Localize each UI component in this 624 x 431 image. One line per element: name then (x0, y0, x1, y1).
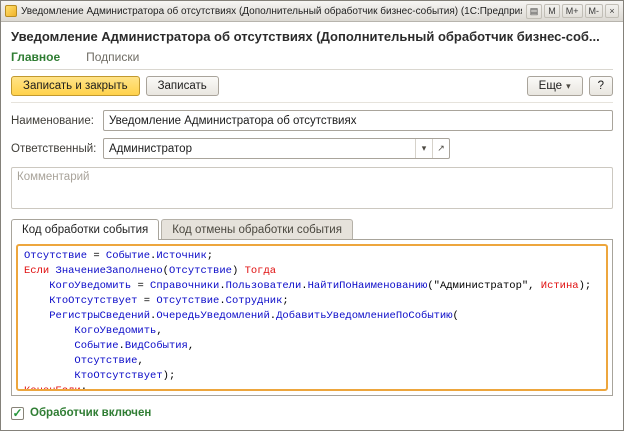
handler-enabled-checkbox[interactable]: ✓ (11, 406, 24, 420)
code-token: КогоУведомить (49, 280, 132, 292)
window-controls: ▤ М М+ М- × (525, 3, 619, 19)
code-token: Справочники (150, 280, 220, 292)
nav-subscriptions-link[interactable]: Подписки (86, 50, 139, 64)
code-token: ВидСобытия (124, 340, 188, 352)
code-token: Событие (105, 250, 151, 262)
code-token: Отсутствие (156, 295, 220, 307)
code-token: Истина (540, 280, 579, 292)
handler-enabled-label[interactable]: Обработчик включен (30, 407, 151, 419)
code-token: , (156, 325, 163, 337)
section-nav: Главное Подписки (11, 50, 613, 70)
name-field-row: Наименование: (11, 110, 613, 131)
open-value-icon[interactable]: ↗ (432, 139, 449, 158)
more-button[interactable]: Еще ▾ (526, 76, 583, 96)
code-token: КонецЕсли (24, 385, 81, 391)
more-label: Еще (538, 80, 563, 92)
code-token: КогоУведомить (74, 325, 157, 337)
code-token: "Администратор" (433, 280, 529, 292)
name-label: Наименование: (11, 114, 94, 127)
code-token: ЗначениеЗаполнено (55, 265, 163, 277)
save-and-close-button[interactable]: Записать и закрыть (11, 76, 140, 96)
code-token: = (131, 280, 151, 292)
code-token: Отсутствие (74, 355, 138, 367)
app-window: Уведомление Администратора об отсутствия… (0, 0, 624, 431)
code-line: Отсутствие, (24, 354, 600, 369)
memory-plus-button[interactable]: М+ (561, 4, 583, 18)
code-editor[interactable]: Отсутствие = Событие.Источник; Если Значе… (16, 244, 608, 391)
chevron-down-icon: ▾ (566, 81, 571, 91)
code-token: , (187, 340, 195, 352)
code-line: КтоОтсутствует); (24, 369, 600, 384)
code-token: Тогда (244, 265, 277, 277)
tab-event-handler-code[interactable]: Код обработки события (11, 219, 160, 240)
code-line: Отсутствие = Событие.Источник; (24, 249, 600, 264)
code-token: ДобавитьУведомлениеПоСобытию (276, 310, 453, 322)
code-token: ; (80, 385, 88, 391)
code-token: ( (452, 310, 459, 322)
app-1c-icon (5, 5, 17, 17)
code-line: Событие.ВидСобытия, (24, 339, 600, 354)
code-tabs: Код обработки события Код отмены обработ… (11, 219, 613, 240)
code-line: КтоОтсутствует = Отсутствие.Сотрудник; (24, 294, 600, 309)
code-token: , (528, 280, 541, 292)
code-line: КонецЕсли; (24, 384, 600, 391)
responsible-label: Ответственный: (11, 142, 97, 155)
form-content: Уведомление Администратора об отсутствия… (1, 22, 623, 430)
close-icon[interactable]: × (605, 4, 619, 18)
code-token: ); (162, 370, 176, 382)
code-token: , (137, 355, 144, 367)
responsible-field-row: Ответственный: Администратор ▾ ↗ (11, 138, 613, 159)
code-token: Отсутствие (168, 265, 232, 277)
code-token: Отсутствие (24, 250, 88, 262)
tab-cancel-handler-code[interactable]: Код отмены обработки события (161, 219, 353, 239)
code-token: НайтиПоНаименованию (307, 280, 428, 292)
code-token: РегистрыСведений (49, 310, 151, 322)
code-token: КтоОтсутствует (74, 370, 163, 382)
code-line: Если ЗначениеЗаполнено(Отсутствие) Тогда (24, 264, 600, 279)
code-token: ); (578, 280, 592, 292)
clipboard-icon[interactable]: ▤ (525, 3, 543, 19)
code-token: Сотрудник (225, 295, 283, 307)
responsible-value: Администратор (109, 142, 192, 155)
footer-row: ✓ Обработчик включен (11, 402, 613, 424)
dropdown-arrow-icon[interactable]: ▾ (415, 139, 432, 158)
memory-button[interactable]: М (544, 4, 560, 18)
memory-minus-button[interactable]: М- (584, 4, 603, 18)
page-title: Уведомление Администратора об отсутствия… (11, 29, 600, 44)
command-bar: Записать и закрыть Записать Еще ▾ ? (11, 70, 613, 103)
save-button[interactable]: Записать (145, 76, 219, 96)
code-token: ОчередьУведомлений (156, 310, 270, 322)
code-line: РегистрыСведений.ОчередьУведомлений.Доба… (24, 309, 600, 324)
responsible-combobox[interactable]: Администратор ▾ ↗ (103, 138, 450, 159)
help-button[interactable]: ? (588, 76, 613, 96)
code-token: ; (282, 295, 289, 307)
code-token: = (137, 295, 157, 307)
name-input[interactable] (103, 110, 613, 131)
code-token: КтоОтсутствует (49, 295, 138, 307)
title-bar: Уведомление Администратора об отсутствия… (1, 1, 623, 22)
code-tab-panel: Отсутствие = Событие.Источник; Если Значе… (11, 239, 613, 396)
code-token: Событие (74, 340, 119, 352)
code-token: ) (231, 265, 245, 277)
code-line: КогоУведомить, (24, 324, 600, 339)
comment-input[interactable] (11, 167, 613, 209)
nav-main-link[interactable]: Главное (11, 50, 60, 64)
code-token: Если (24, 265, 56, 277)
code-token: = (87, 250, 106, 262)
code-line: КогоУведомить = Справочники.Пользователи… (24, 279, 600, 294)
code-token: ; (206, 250, 214, 262)
code-token: Пользователи (225, 280, 302, 292)
code-token: Источник (156, 250, 207, 262)
window-title: Уведомление Администратора об отсутствия… (21, 5, 522, 17)
